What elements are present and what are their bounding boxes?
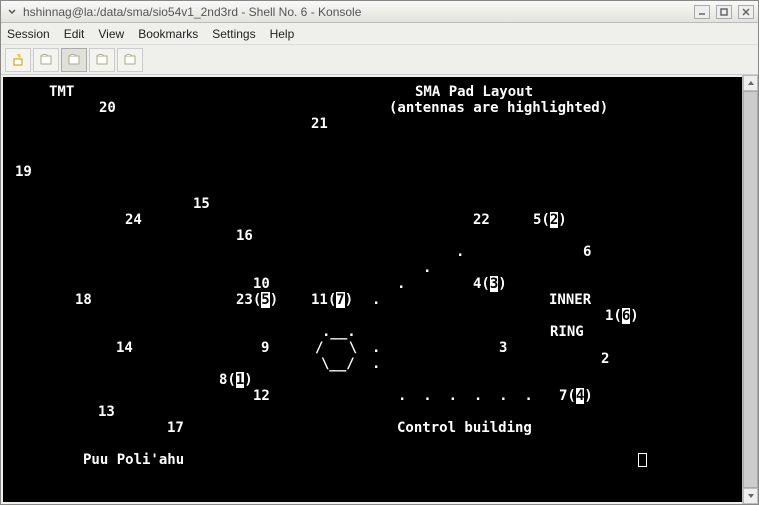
scroll-track[interactable]: [743, 91, 758, 488]
pad-22: 22: [473, 213, 490, 227]
konsole-window: hshinnag@la:/data/sma/sio54v1_2nd3rd - S…: [0, 0, 759, 505]
toolbar: [1, 45, 758, 75]
menu-help[interactable]: Help: [270, 27, 295, 41]
label-puu: Puu Poli'ahu: [83, 453, 184, 467]
scroll-up-button[interactable]: [743, 75, 758, 91]
title-line-2: (antennas are highlighted): [389, 101, 608, 115]
pad-14: 14: [116, 341, 133, 355]
pad-1-6: 1(6): [605, 309, 639, 323]
label-inner: INNER: [549, 293, 591, 307]
pad-20: 20: [99, 101, 116, 115]
hex-mid: / \: [315, 341, 357, 355]
minimize-button[interactable]: [694, 5, 710, 19]
pad-19: 19: [15, 165, 32, 179]
terminal-container: TMT SMA Pad Layout (antennas are highlig…: [1, 75, 758, 504]
dot: .: [372, 357, 380, 371]
window-title: hshinnag@la:/data/sma/sio54v1_2nd3rd - S…: [23, 5, 688, 19]
menu-view[interactable]: View: [98, 27, 124, 41]
pad-4-3: 4(3): [473, 277, 507, 291]
dot: .: [456, 245, 464, 259]
tab-button-2[interactable]: [61, 48, 87, 72]
pad-2: 2: [601, 352, 609, 366]
menu-bookmarks[interactable]: Bookmarks: [138, 27, 198, 41]
tab-button-1[interactable]: [33, 48, 59, 72]
app-menu-icon[interactable]: [5, 7, 19, 17]
terminal[interactable]: TMT SMA Pad Layout (antennas are highlig…: [3, 77, 756, 502]
label-tmt: TMT: [49, 85, 74, 99]
menubar: Session Edit View Bookmarks Settings Hel…: [1, 23, 758, 45]
dot-row: . . . . . .: [398, 389, 533, 403]
maximize-button[interactable]: [716, 5, 732, 19]
pad-7-4: 7(4): [559, 389, 593, 403]
scroll-down-button[interactable]: [743, 488, 758, 504]
pad-10: 10: [253, 277, 270, 291]
tab-button-4[interactable]: [117, 48, 143, 72]
hex-bot: \__/: [321, 357, 355, 371]
terminal-cursor: [638, 453, 647, 467]
pad-9: 9: [261, 341, 269, 355]
new-tab-button[interactable]: [5, 48, 31, 72]
pad-6: 6: [583, 245, 591, 259]
pad-8-1: 8(1): [219, 373, 253, 387]
label-control: Control building: [397, 421, 532, 435]
pad-3: 3: [499, 341, 507, 355]
pad-18: 18: [75, 293, 92, 307]
pad-11-7: 11(7): [311, 293, 353, 307]
label-ring: RING: [550, 325, 584, 339]
dot: .: [372, 293, 380, 307]
hex-top: .__.: [322, 325, 356, 339]
dot: .: [397, 277, 405, 291]
pad-16: 16: [236, 229, 253, 243]
close-button[interactable]: [738, 5, 754, 19]
pad-21: 21: [311, 117, 328, 131]
pad-13: 13: [98, 405, 115, 419]
menu-edit[interactable]: Edit: [64, 27, 85, 41]
pad-17: 17: [167, 421, 184, 435]
dot: .: [423, 261, 431, 275]
menu-settings[interactable]: Settings: [212, 27, 255, 41]
scroll-thumb[interactable]: [743, 91, 758, 488]
dot: .: [372, 341, 380, 355]
pad-23-5: 23(5): [236, 293, 278, 307]
titlebar: hshinnag@la:/data/sma/sio54v1_2nd3rd - S…: [1, 1, 758, 23]
pad-24: 24: [125, 213, 142, 227]
scrollbar[interactable]: [742, 75, 758, 504]
pad-15: 15: [193, 197, 210, 211]
pad-12: 12: [253, 389, 270, 403]
menu-session[interactable]: Session: [7, 27, 50, 41]
title-line-1: SMA Pad Layout: [415, 85, 533, 99]
pad-5-2: 5(2): [533, 213, 567, 227]
tab-button-3[interactable]: [89, 48, 115, 72]
